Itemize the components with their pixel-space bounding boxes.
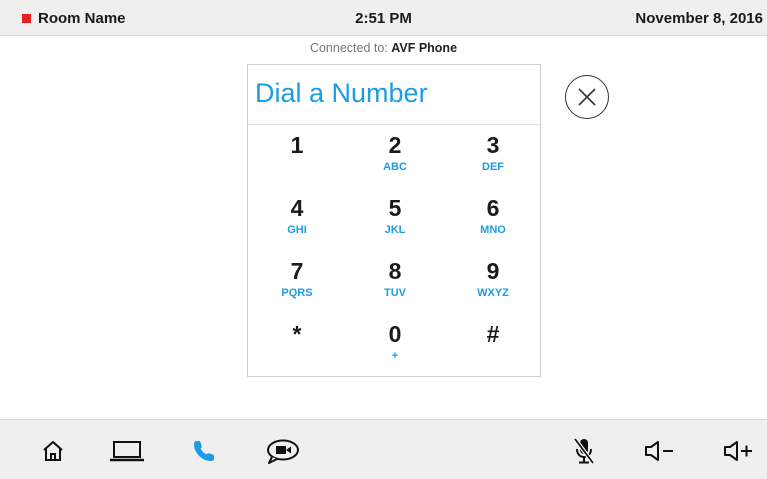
key-digit: * <box>292 321 302 347</box>
key-letters: JKL <box>384 224 406 236</box>
key-letters: MNO <box>480 224 506 236</box>
key-8[interactable]: 8 TUV <box>346 257 444 320</box>
key-digit: 6 <box>486 195 500 221</box>
key-0[interactable]: 0 + <box>346 320 444 383</box>
key-digit: 3 <box>486 132 500 158</box>
key-digit: 9 <box>486 258 500 284</box>
connection-status: Connected to: AVF Phone <box>0 41 767 55</box>
key-5[interactable]: 5 JKL <box>346 194 444 257</box>
key-digit: 0 <box>388 321 402 347</box>
dial-number-input[interactable]: Dial a Number <box>248 65 540 125</box>
home-icon[interactable] <box>38 437 68 465</box>
key-3[interactable]: 3 DEF <box>444 131 542 194</box>
close-icon <box>578 88 596 106</box>
connected-device: AVF Phone <box>391 41 458 55</box>
key-4[interactable]: 4 GHI <box>248 194 346 257</box>
volume-down-icon[interactable] <box>643 437 675 465</box>
key-digit: 5 <box>388 195 402 221</box>
key-6[interactable]: 6 MNO <box>444 194 542 257</box>
key-letters: GHI <box>287 224 307 236</box>
status-bar: Room Name 2:51 PM November 8, 2016 <box>0 0 767 36</box>
key-letters: ABC <box>383 161 407 173</box>
key-letters: + <box>391 350 399 362</box>
close-dialpad-button[interactable] <box>565 75 609 119</box>
key-9[interactable]: 9 WXYZ <box>444 257 542 320</box>
phone-icon[interactable] <box>188 437 220 465</box>
key-digit: 7 <box>290 258 304 284</box>
key-digit: 2 <box>388 132 402 158</box>
mic-muted-icon[interactable] <box>571 437 597 465</box>
key-letters: WXYZ <box>477 287 509 299</box>
laptop-icon[interactable] <box>108 437 146 465</box>
current-date: November 8, 2016 <box>635 10 763 27</box>
key-2[interactable]: 2 ABC <box>346 131 444 194</box>
keypad: 1 2 ABC 3 DEF 4 GHI 5 JKL 6 MNO 7 PQRS 8 <box>248 131 542 383</box>
dialpad-panel: Dial a Number 1 2 ABC 3 DEF 4 GHI 5 JKL … <box>247 64 541 377</box>
key-letters: PQRS <box>281 287 313 299</box>
key-digit: 1 <box>290 132 304 158</box>
volume-up-icon[interactable] <box>722 437 754 465</box>
key-star[interactable]: * <box>248 320 346 383</box>
key-7[interactable]: 7 PQRS <box>248 257 346 320</box>
key-letters: DEF <box>482 161 504 173</box>
key-digit: 4 <box>290 195 304 221</box>
bottom-nav <box>0 419 767 479</box>
key-digit: 8 <box>388 258 402 284</box>
connection-prefix: Connected to: <box>309 41 388 55</box>
key-letters: TUV <box>384 287 406 299</box>
key-digit: # <box>486 321 500 347</box>
key-1[interactable]: 1 <box>248 131 346 194</box>
key-hash[interactable]: # <box>444 320 542 383</box>
chat-video-icon[interactable] <box>265 437 301 465</box>
